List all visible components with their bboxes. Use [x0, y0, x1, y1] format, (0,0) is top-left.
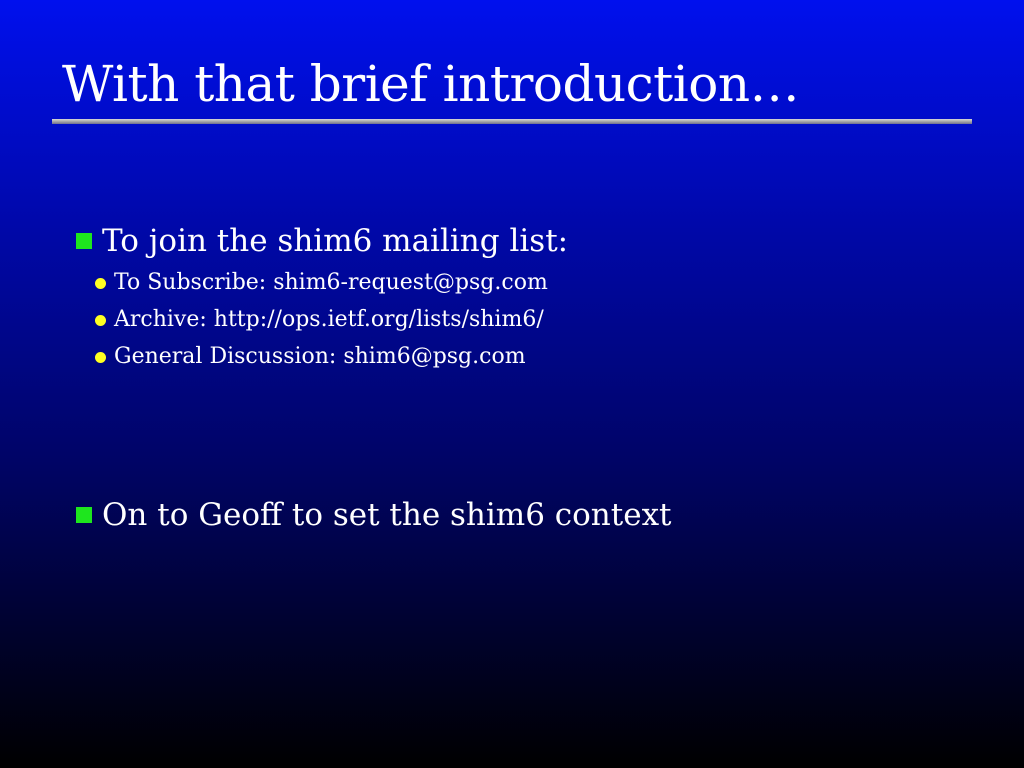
bullet-text: To join the shim6 mailing list:	[102, 223, 569, 259]
subbullet-subscribe: To Subscribe: shim6-request@psg.com	[95, 268, 548, 298]
bullet-text: On to Geoff to set the shim6 context	[102, 497, 672, 533]
subbullet-text: To Subscribe: shim6-request@psg.com	[114, 270, 548, 295]
bullet-join-mailing-list: To join the shim6 mailing list:	[76, 221, 568, 261]
subbullet-general-discussion: General Discussion: shim6@psg.com	[95, 342, 526, 372]
subbullet-text: Archive: http://ops.ietf.org/lists/shim6…	[114, 307, 544, 332]
title-divider	[52, 119, 972, 124]
green-square-bullet-icon	[76, 507, 92, 523]
subbullet-archive: Archive: http://ops.ietf.org/lists/shim6…	[95, 305, 544, 335]
subbullet-text: General Discussion: shim6@psg.com	[114, 344, 526, 369]
slide: With that brief introduction… To join th…	[0, 0, 1024, 768]
yellow-dot-bullet-icon	[95, 314, 106, 326]
yellow-dot-bullet-icon	[95, 277, 106, 289]
bullet-on-to-geoff: On to Geoff to set the shim6 context	[76, 495, 672, 535]
yellow-dot-bullet-icon	[95, 351, 106, 363]
slide-title: With that brief introduction…	[62, 55, 800, 113]
green-square-bullet-icon	[76, 233, 92, 249]
